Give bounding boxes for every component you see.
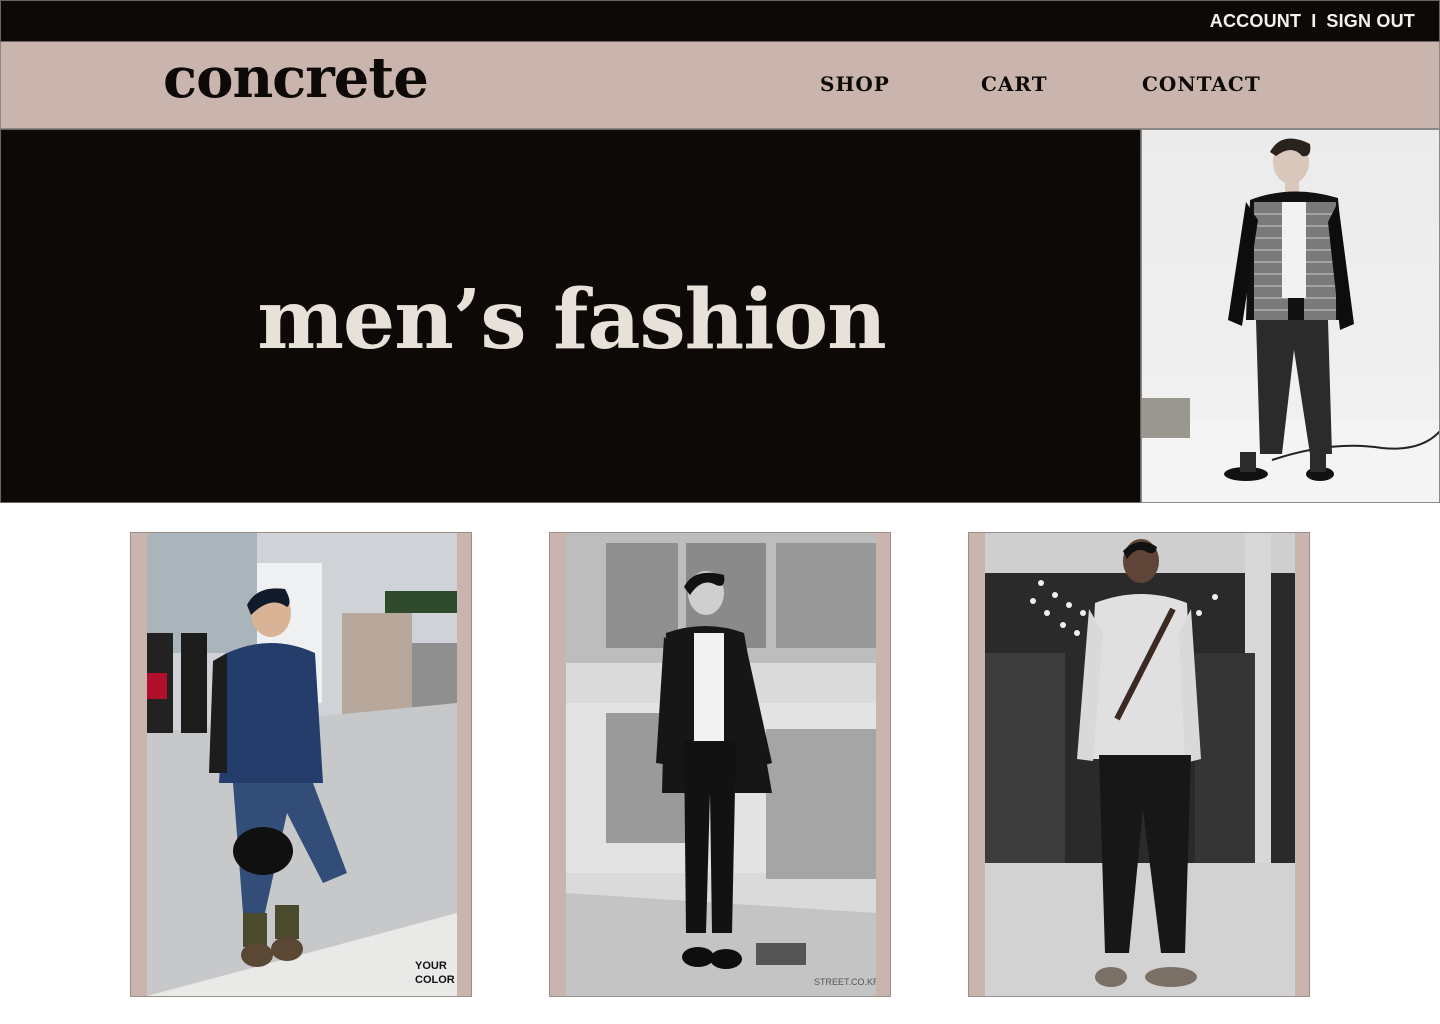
- product-watermark-line2: COLOR: [415, 974, 455, 986]
- account-links: ACCOUNT I SIGN OUT: [1210, 11, 1415, 32]
- product-photo[interactable]: YOUR COLOR: [147, 533, 457, 996]
- nav-contact[interactable]: CONTACT: [1142, 72, 1261, 96]
- product-card[interactable]: STREET.CO.KR: [549, 532, 891, 997]
- hero-banner: men’s fashion: [0, 129, 1141, 503]
- nav-shop[interactable]: SHOP: [820, 72, 890, 96]
- sign-out-link[interactable]: SIGN OUT: [1326, 11, 1415, 32]
- nav-cart[interactable]: CART: [981, 72, 1048, 96]
- product-photo[interactable]: STREET.CO.KR: [566, 533, 876, 996]
- hero-model-photo: [1141, 129, 1440, 503]
- product-card[interactable]: [968, 532, 1310, 997]
- link-separator: I: [1311, 11, 1317, 31]
- account-link[interactable]: ACCOUNT: [1210, 11, 1301, 32]
- product-photo[interactable]: [985, 533, 1295, 996]
- product-card[interactable]: YOUR COLOR: [130, 532, 472, 997]
- brand-logo[interactable]: concrete: [163, 46, 429, 110]
- hero-title: men’s fashion: [257, 272, 886, 368]
- main-header: concrete SHOP CART CONTACT: [0, 42, 1440, 129]
- product-watermark: STREET.CO.KR: [814, 977, 876, 987]
- product-watermark-line1: YOUR: [415, 960, 447, 972]
- top-utility-bar: ACCOUNT I SIGN OUT: [0, 0, 1440, 42]
